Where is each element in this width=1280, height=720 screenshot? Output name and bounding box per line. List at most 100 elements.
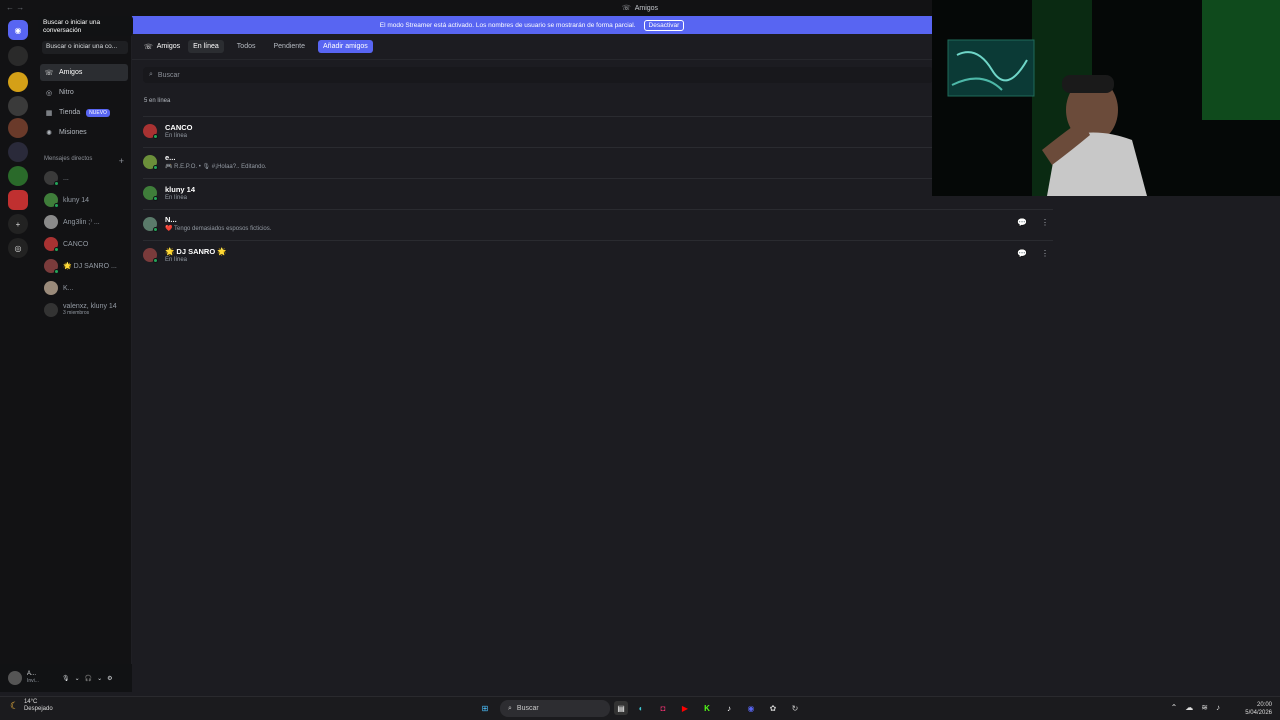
dm-name: K... — [63, 284, 74, 292]
dm-name: valenxz, kluny 14 — [63, 303, 117, 310]
message-icon[interactable]: 💬 — [1017, 249, 1027, 258]
more-options-icon[interactable]: ⋮ — [1041, 218, 1049, 227]
weather-widget[interactable]: ☾ 14°C Despejado — [10, 699, 53, 713]
friend-info: N... ❤️ Tengo demasiados esposos fictici… — [165, 215, 271, 232]
system-tray: ⌃ ☁ ≋ ♪ — [1171, 703, 1220, 712]
search-conversation-button[interactable]: Buscar o iniciar una co... — [42, 41, 128, 54]
file-explorer-icon[interactable]: ▤ — [614, 701, 628, 715]
weather-desc: Despejado — [23, 706, 53, 712]
dm-name: CANCO — [63, 240, 89, 248]
status-dot — [54, 247, 59, 252]
friends-search[interactable]: ⌕ Buscar — [143, 67, 933, 83]
clock-date: 5/04/2026 — [1245, 710, 1272, 716]
tab-online[interactable]: En línea — [188, 40, 224, 53]
server-icon[interactable] — [8, 166, 28, 186]
tab-pending[interactable]: Pendiente — [268, 40, 310, 53]
edge-icon[interactable]: ◐ — [634, 701, 648, 715]
search-input[interactable]: Buscar — [158, 72, 180, 79]
clock-time: 20:00 — [1256, 702, 1272, 708]
discord-taskbar-icon[interactable]: ◉ — [744, 701, 758, 715]
nitro-icon: ◎ — [45, 89, 53, 97]
volume-icon[interactable]: ♪ — [1216, 703, 1220, 712]
avatar — [143, 247, 158, 263]
chevron-up-icon[interactable]: ⌃ — [1171, 703, 1178, 712]
sidebar-item-friends[interactable]: ☏ Amigos — [40, 64, 128, 81]
server-icon[interactable] — [8, 190, 28, 210]
friend-status: ❤️ Tengo demasiados esposos ficticios. — [165, 226, 272, 232]
server-icon[interactable] — [8, 142, 28, 162]
settings-gear-icon[interactable]: ⚙ — [107, 675, 112, 682]
add-friends-button[interactable]: Añadir amigos — [318, 40, 373, 53]
dm-item[interactable]: Ang3lin ;⁾ ... — [44, 212, 128, 232]
sidebar-item-shop[interactable]: ▦ Tienda NUEVO — [40, 104, 128, 121]
friend-name: e... — [165, 153, 176, 162]
status-dot — [153, 164, 158, 170]
friends-icon: ☏ — [144, 43, 153, 51]
dm-header: Mensajes directos + — [44, 156, 124, 166]
server-icon[interactable] — [8, 118, 28, 138]
status-dot — [153, 257, 158, 263]
dm-item[interactable]: kluny 14 — [44, 190, 128, 210]
dm-group-item[interactable]: valenxz, kluny 14 3 miembros — [44, 300, 128, 320]
dm-name: ... — [63, 174, 69, 182]
create-dm-icon[interactable]: + — [119, 156, 124, 166]
friend-actions: 💬 ⋮ — [1017, 249, 1049, 258]
dm-item[interactable]: CANCO — [44, 234, 128, 254]
friend-row[interactable]: N... ❤️ Tengo demasiados esposos fictici… — [143, 209, 1053, 237]
more-options-icon[interactable]: ⋮ — [1041, 249, 1049, 258]
user-avatar[interactable] — [8, 671, 22, 685]
shop-icon: ▦ — [45, 109, 53, 117]
taskbar-clock[interactable]: 20:00 5/04/2026 — [1245, 701, 1272, 717]
dm-members: 3 miembros — [63, 310, 90, 316]
add-server-icon[interactable]: + — [8, 214, 28, 234]
quests-icon: ✺ — [46, 129, 52, 137]
app-icon[interactable]: ↻ — [788, 701, 802, 715]
wifi-icon[interactable]: ≋ — [1201, 703, 1208, 712]
avatar — [44, 193, 59, 208]
app-icon[interactable]: ✿ — [766, 701, 780, 715]
windows-taskbar: ☾ 14°C Despejado ⊞ ⌕ Buscar ▤ ◐ ◘ ▶ K ♪ … — [0, 696, 1280, 720]
status-dot — [54, 181, 59, 186]
tab-all[interactable]: Todos — [232, 40, 261, 53]
message-icon[interactable]: 💬 — [1017, 218, 1027, 227]
server-icon[interactable] — [8, 72, 28, 92]
status-dot — [153, 226, 158, 232]
sidebar-item-quests[interactable]: ✺ Misiones — [40, 124, 128, 141]
dm-item[interactable]: K... — [44, 278, 128, 298]
discord-home-icon[interactable]: ◉ — [8, 20, 28, 40]
friend-row[interactable]: e... 🎮 R.E.P.O. • 🎙 #¡Holaa?.. Editando. — [143, 147, 1053, 175]
friend-name: CANCO — [165, 122, 193, 132]
chevron-down-icon[interactable]: ⌄ — [75, 675, 80, 682]
friend-status: En línea — [165, 132, 188, 139]
banner-text: El modo Streamer está activado. Los nomb… — [379, 21, 636, 29]
tiktok-icon[interactable]: ♪ — [722, 701, 736, 715]
sidebar-item-label: Amigos — [59, 69, 83, 76]
discover-icon[interactable]: ◎ — [8, 238, 28, 258]
chevron-down-icon[interactable]: ⌄ — [97, 675, 102, 682]
taskbar-search[interactable]: ⌕ Buscar — [500, 700, 610, 717]
deactivate-button[interactable]: Desactivar — [643, 19, 685, 31]
headphones-icon[interactable]: 🎧 — [85, 675, 92, 682]
friends-header: ☏ Amigos En línea Todos Pendiente Añadir… — [132, 34, 932, 60]
server-icon[interactable] — [8, 96, 28, 116]
windows-start-icon[interactable]: ⊞ — [478, 701, 492, 715]
dm-item[interactable]: ... — [44, 168, 128, 188]
microphone-icon[interactable]: 🎙 — [62, 675, 70, 682]
friend-status: En línea — [165, 194, 188, 201]
friend-row[interactable]: kluny 14 En línea — [143, 178, 1053, 206]
kick-icon[interactable]: K — [700, 701, 714, 715]
dm-item[interactable]: 🌟 DJ SANRO ... — [44, 256, 128, 276]
instagram-icon[interactable]: ◘ — [656, 701, 670, 715]
dm-name: Ang3lin ;⁾ ... — [63, 219, 100, 226]
friend-actions: 💬 ⋮ — [1017, 218, 1049, 227]
search-icon: ⌕ — [508, 704, 512, 712]
server-icon[interactable] — [8, 46, 28, 66]
sidebar-item-nitro[interactable]: ◎ Nitro — [40, 84, 128, 101]
nav-arrows[interactable]: ← → — [6, 3, 24, 12]
user-name: A... — [27, 671, 37, 677]
friend-row[interactable]: CANCO En línea — [143, 116, 1053, 144]
group-avatar — [44, 303, 58, 317]
cloud-icon[interactable]: ☁ — [1185, 703, 1193, 712]
youtube-icon[interactable]: ▶ — [678, 701, 692, 715]
friend-row[interactable]: 🌟 DJ SANRO 🌟 En línea 💬 ⋮ — [143, 240, 1053, 268]
